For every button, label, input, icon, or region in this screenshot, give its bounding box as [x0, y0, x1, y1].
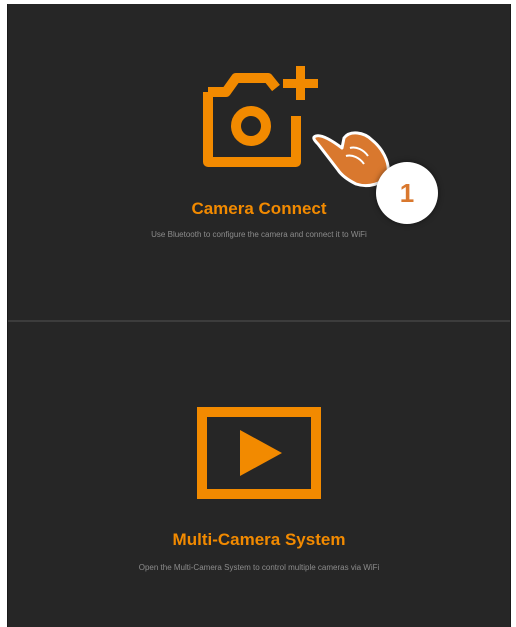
- multi-camera-description: Open the Multi-Camera System to control …: [138, 563, 380, 572]
- multi-camera-option[interactable]: Multi-Camera System Open the Multi-Camer…: [8, 322, 510, 627]
- app-screen: 1 Camera Connect Use Bluetooth to config…: [7, 4, 511, 627]
- multi-camera-title: Multi-Camera System: [172, 530, 346, 549]
- camera-connect-option[interactable]: 1 Camera Connect Use Bluetooth to config…: [8, 4, 510, 320]
- camera-connect-description: Use Bluetooth to configure the camera an…: [151, 230, 367, 239]
- camera-connect-title: Camera Connect: [191, 199, 327, 218]
- play-screen-icon: [197, 407, 321, 499]
- camera-add-icon: [203, 66, 318, 167]
